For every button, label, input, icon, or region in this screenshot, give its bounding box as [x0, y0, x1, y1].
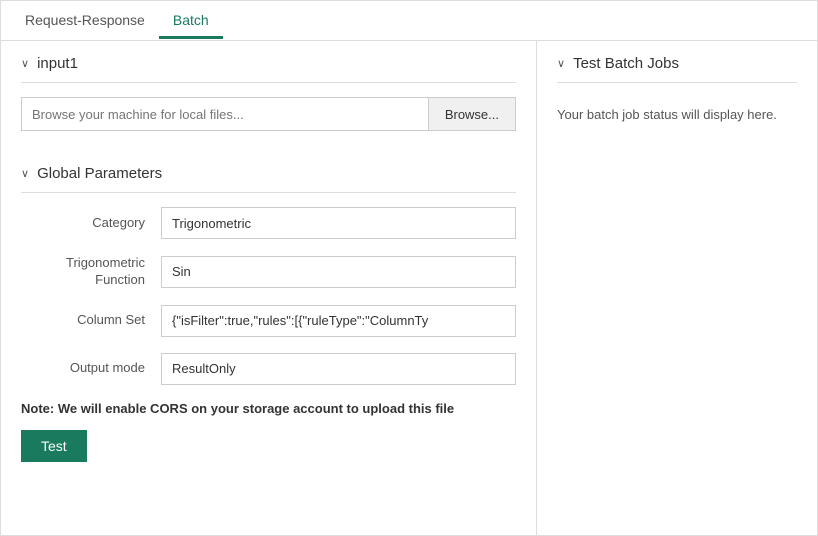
global-params-title: Global Parameters	[37, 165, 162, 182]
test-button[interactable]: Test	[21, 430, 87, 462]
file-path-input[interactable]	[21, 97, 428, 131]
param-row-trig-function: TrigonometricFunction	[21, 255, 516, 289]
global-params-section-header: ∨ Global Parameters	[21, 151, 516, 193]
batch-jobs-title: Test Batch Jobs	[573, 55, 679, 72]
main-content: ∨ input1 Browse... ∨ Global Parameters C…	[1, 41, 817, 535]
param-row-column-set: Column Set	[21, 305, 516, 337]
param-label-trig-function: TrigonometricFunction	[21, 255, 161, 289]
param-label-output-mode: Output mode	[21, 360, 161, 377]
input1-section-header: ∨ input1	[21, 41, 516, 83]
input1-chevron-icon: ∨	[21, 57, 29, 70]
tab-request-response[interactable]: Request-Response	[11, 4, 159, 39]
param-input-output-mode[interactable]	[161, 353, 516, 385]
tab-batch[interactable]: Batch	[159, 4, 223, 39]
param-row-category: Category	[21, 207, 516, 239]
right-panel: ∨ Test Batch Jobs Your batch job status …	[537, 41, 817, 535]
left-panel: ∨ input1 Browse... ∨ Global Parameters C…	[1, 41, 537, 535]
param-input-category[interactable]	[161, 207, 516, 239]
cors-note: Note: We will enable CORS on your storag…	[21, 401, 516, 416]
tabs-bar: Request-Response Batch	[1, 1, 817, 41]
browse-button[interactable]: Browse...	[428, 97, 516, 131]
app-container: Request-Response Batch ∨ input1 Browse..…	[0, 0, 818, 536]
input1-title: input1	[37, 55, 78, 72]
param-label-category: Category	[21, 215, 161, 232]
param-label-column-set: Column Set	[21, 312, 161, 329]
param-input-column-set[interactable]	[161, 305, 516, 337]
global-params-chevron-icon: ∨	[21, 167, 29, 180]
param-input-trig-function[interactable]	[161, 256, 516, 288]
file-browse-area: Browse...	[21, 97, 516, 131]
param-row-output-mode: Output mode	[21, 353, 516, 385]
batch-jobs-chevron-icon: ∨	[557, 57, 565, 70]
batch-status-message: Your batch job status will display here.	[557, 97, 797, 122]
batch-jobs-section-header: ∨ Test Batch Jobs	[557, 41, 797, 83]
